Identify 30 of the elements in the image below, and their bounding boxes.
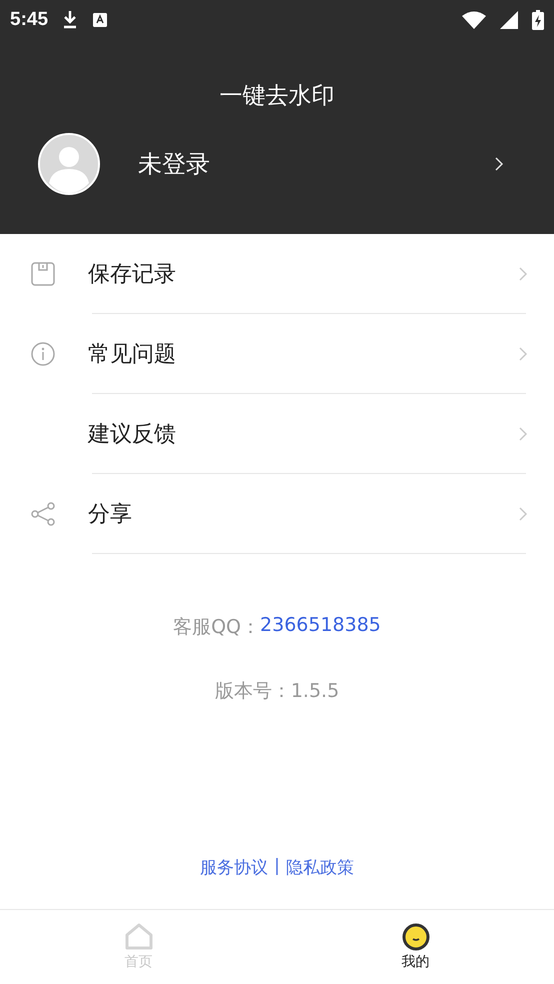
chevron-icon	[518, 506, 528, 522]
floppy-icon	[30, 261, 56, 287]
support-label: 客服QQ：	[173, 615, 260, 640]
menu-item[interactable]: 分享	[88, 499, 518, 529]
info-icon	[30, 341, 56, 367]
battery-icon	[532, 10, 544, 30]
login-status[interactable]: 未登录	[138, 148, 494, 180]
policy-link[interactable]: 隐私政策	[286, 856, 354, 879]
signal-icon	[500, 11, 518, 29]
status-time: 5:45	[10, 9, 48, 31]
avatar-icon[interactable]	[38, 133, 100, 195]
menu-item[interactable]: 保存记录	[88, 259, 518, 289]
chevron-icon	[518, 346, 528, 362]
wifi-icon	[462, 11, 486, 29]
smiley-icon	[402, 923, 430, 951]
share-icon	[30, 501, 56, 527]
chevron-icon	[518, 266, 528, 282]
menu-item[interactable]: 建议反馈	[88, 419, 518, 449]
policy-link[interactable]: 服务协议	[200, 856, 268, 879]
home-icon	[124, 923, 154, 951]
version-text: 版本号：1.5.5	[214, 679, 340, 704]
support-qq[interactable]: 2366518385	[260, 614, 381, 640]
menu-item[interactable]: 常见问题	[88, 339, 518, 369]
download-icon	[62, 10, 78, 30]
keyboard-icon	[92, 12, 108, 28]
chevron-icon	[494, 156, 504, 172]
nav-tab[interactable]: 我的	[277, 910, 554, 984]
chevron-icon	[518, 426, 528, 442]
app-title: 一键去水印	[220, 82, 334, 111]
link-separator: |	[274, 856, 280, 878]
